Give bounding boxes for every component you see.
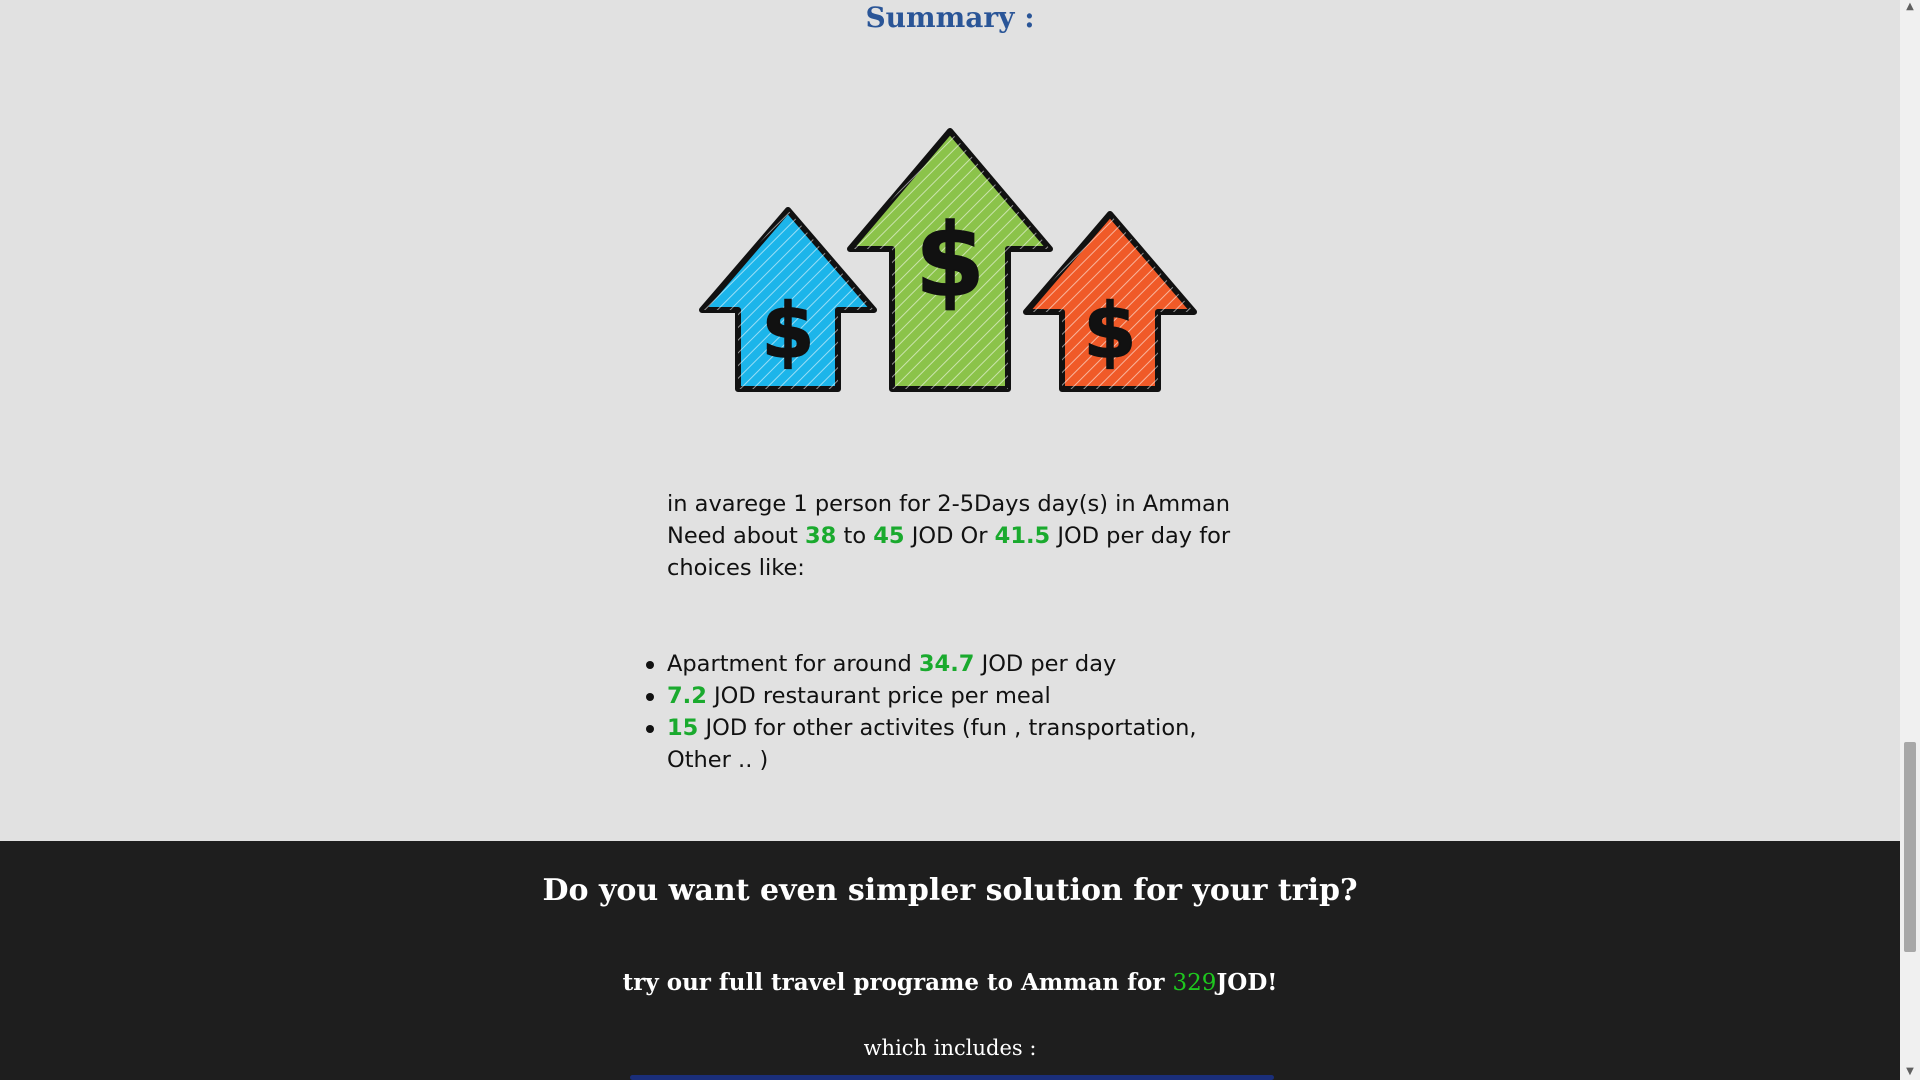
list-item: 15 JOD for other activites (fun , transp… — [643, 712, 1243, 776]
budget-summary-text: in avarege 1 person for 2-5Days day(s) i… — [667, 488, 1257, 584]
dollar-icon: $ — [762, 286, 815, 375]
summary-title: Summary : — [865, 1, 1035, 34]
orange-arrow-icon: $ — [1023, 211, 1197, 392]
dollar-icon: $ — [1084, 286, 1137, 375]
currency-or-label: JOD Or — [911, 523, 988, 549]
trip-description: in avarege 1 person for 2-5Days day(s) i… — [667, 491, 1231, 517]
price-arrows-illustration: $ $ $ — [699, 128, 1197, 392]
promo-heading: Do you want even simpler solution for yo… — [542, 873, 1358, 908]
dollar-icon: $ — [915, 202, 985, 319]
page: Summary : $ $ $ in avarege 1 person for … — [0, 0, 1900, 1080]
cost-breakdown-list: Apartment for around 34.7 JOD per day 7.… — [643, 648, 1243, 776]
program-price: 329 — [1172, 970, 1217, 996]
promo-section: Do you want even simpler solution for yo… — [0, 841, 1900, 1080]
list-item: Apartment for around 34.7 JOD per day — [643, 648, 1243, 680]
need-about-label: Need about — [667, 523, 798, 549]
vertical-scrollbar[interactable]: ▲ ▼ — [1900, 0, 1920, 1080]
budget-range: Need about 38 to 45 JOD Or 41.5 JOD per … — [667, 520, 1257, 584]
to-label: to — [843, 523, 867, 549]
includes-label: which includes : — [863, 1036, 1037, 1060]
green-arrow-icon: $ — [847, 128, 1053, 392]
promo-offer: try our full travel programe to Amman fo… — [622, 969, 1278, 996]
summary-section: Summary : $ $ $ in avarege 1 person for … — [0, 0, 1900, 841]
activities-price: 15 — [667, 715, 699, 741]
budget-min: 38 — [805, 523, 837, 549]
budget-max: 45 — [873, 523, 905, 549]
blue-arrow-icon: $ — [699, 207, 877, 392]
meal-price: 7.2 — [667, 683, 707, 709]
budget-per-day: 41.5 — [994, 523, 1051, 549]
scrollbar-thumb[interactable] — [1904, 742, 1916, 952]
scroll-down-icon[interactable]: ▼ — [1904, 1067, 1916, 1077]
list-item: 7.2 JOD restaurant price per meal — [643, 680, 1243, 712]
scroll-up-icon[interactable]: ▲ — [1904, 2, 1916, 12]
includes-box-top — [630, 1075, 1274, 1080]
apartment-price: 34.7 — [918, 651, 975, 677]
